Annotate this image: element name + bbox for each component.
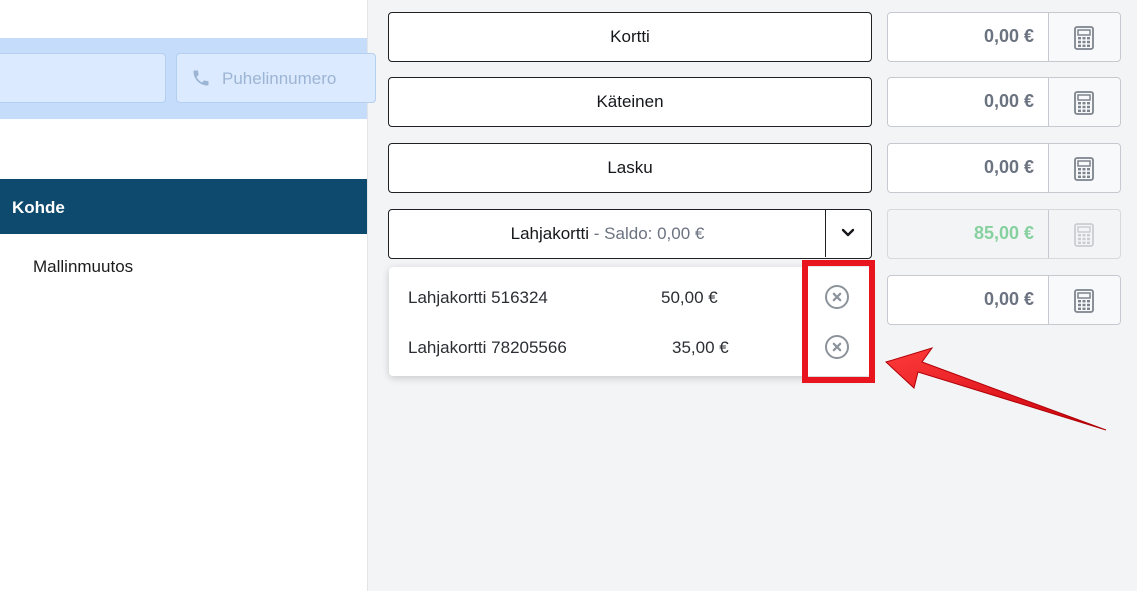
payment-button-kortti[interactable]: Kortti [388,12,872,62]
calculator-button[interactable] [1048,144,1120,192]
giftcard-row: Lahjakortti 78205566 35,00 € [389,317,870,367]
amount-box-lasku: 0,00 € [887,143,1121,193]
chevron-down-icon [841,228,855,237]
giftcard-dropdown: Lahjakortti 516324 50,00 € Lahjakortti 7… [389,267,870,376]
calculator-icon [1074,91,1094,115]
section-title-kohde: Kohde [0,179,367,234]
amount-value[interactable]: 0,00 € [984,157,1034,178]
amount-value: 85,00 € [973,223,1034,243]
giftcard-title: Lahjakortti [510,224,590,243]
calculator-icon [1074,223,1094,247]
giftcard-name: Lahjakortti 78205566 [408,338,567,357]
amount-box-lahjakortti: 85,00 € [887,209,1121,259]
calculator-icon [1074,26,1094,50]
giftcard-amount: 50,00 € [661,288,718,307]
amount-box-kateinen: 0,00 € [887,77,1121,127]
screen: Puhelinnumero Kohde Mallinmuutos Kortti … [0,0,1137,591]
contact-fields-band: Puhelinnumero [0,38,376,119]
calculator-button[interactable] [1048,13,1120,61]
phone-placeholder: Puhelinnumero [222,69,337,88]
amount-value[interactable]: 0,00 € [984,91,1034,112]
contact-field[interactable] [0,53,166,103]
giftcard-name: Lahjakortti 516324 [408,288,548,307]
amount-value[interactable]: 0,00 € [984,26,1034,47]
giftcard-row: Lahjakortti 516324 50,00 € [389,267,870,317]
amount-box-extra: 0,00 € [887,275,1121,325]
arrow-annotation [885,347,1107,431]
left-panel: Puhelinnumero Kohde Mallinmuutos [0,0,376,591]
giftcard-label[interactable]: Lahjakortti - Saldo: 0,00 € [389,210,826,257]
phone-field[interactable]: Puhelinnumero [176,53,376,103]
giftcard-dropdown-toggle[interactable] [825,210,871,257]
giftcard-amount: 35,00 € [672,338,729,357]
phone-icon [193,70,209,86]
payment-button-lahjakortti[interactable]: Lahjakortti - Saldo: 0,00 € [388,209,872,259]
calculator-icon [1074,157,1094,181]
calculator-button[interactable] [1048,78,1120,126]
calculator-icon [1074,289,1094,313]
highlight-box [802,260,875,383]
amount-value[interactable]: 0,00 € [984,289,1034,310]
giftcard-balance: - Saldo: 0,00 € [593,224,705,243]
payment-button-kateinen[interactable]: Käteinen [388,77,872,127]
amount-box-kortti: 0,00 € [887,12,1121,62]
payment-button-lasku[interactable]: Lasku [388,143,872,193]
sidebar-item-mallinmuutos[interactable]: Mallinmuutos [33,257,133,277]
calculator-button[interactable] [1048,276,1120,324]
calculator-button [1048,210,1120,258]
